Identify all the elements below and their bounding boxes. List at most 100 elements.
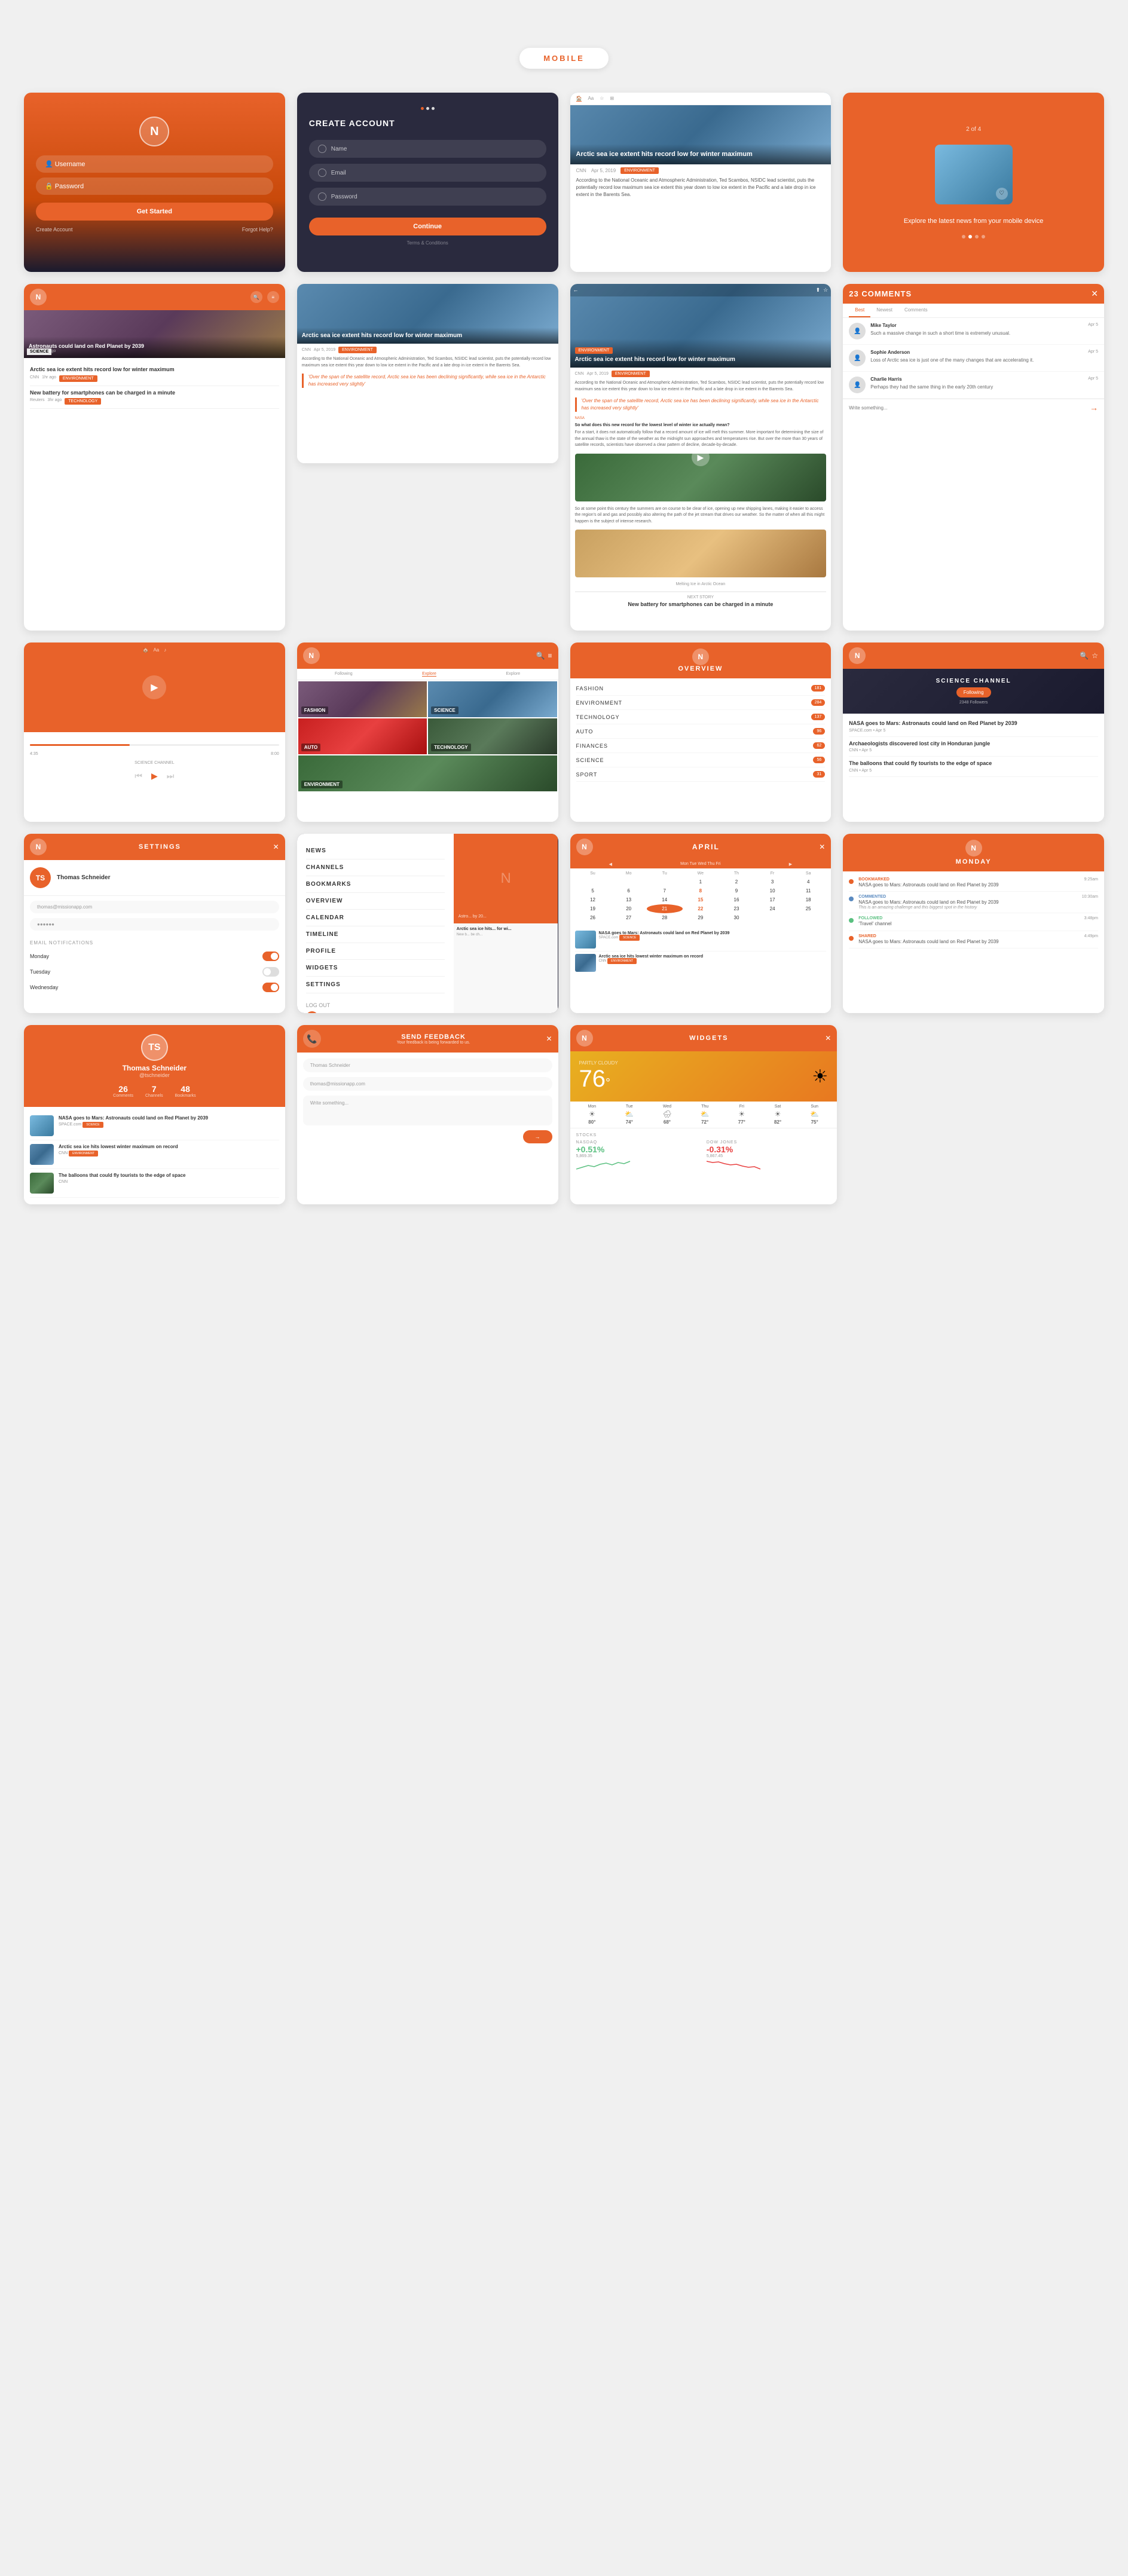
tab-explore-2[interactable]: Explore [506, 672, 520, 677]
long-article-body-section: According to the National Oceanic and At… [570, 380, 832, 607]
tab-best[interactable]: Best [849, 304, 870, 317]
settings-email-field[interactable]: thomas@missionapp.com [30, 901, 279, 913]
username-field[interactable]: 👤 Username [36, 155, 273, 173]
cat-item-auto[interactable]: AUTO [298, 718, 427, 754]
channel-article-1-title: NASA goes to Mars: Astronauts could land… [849, 720, 1098, 727]
password-field[interactable]: 🔒 Password [36, 178, 273, 195]
menu-item-calendar[interactable]: CALENDAR [306, 910, 445, 926]
cat-menu-icon[interactable]: ≡ [548, 651, 552, 660]
email-field[interactable]: Email [309, 164, 546, 182]
feedback-close-icon[interactable]: ✕ [546, 1035, 552, 1043]
cal-close-icon[interactable]: ✕ [819, 843, 825, 851]
audio-play-button[interactable]: ▶ [142, 675, 166, 699]
promo-dot-2[interactable] [968, 235, 972, 238]
nav-item-4[interactable]: ⊞ [610, 96, 614, 102]
create-account-link[interactable]: Create Account [36, 227, 73, 232]
menu-preview-title: Astro... by 20... [458, 914, 487, 919]
menu-item-channels[interactable]: CHANNELS [306, 859, 445, 876]
channel-article-3[interactable]: The balloons that could fly tourists to … [849, 757, 1098, 777]
audio-nav-item-1[interactable]: 🏠 [142, 647, 148, 653]
weather-label: PARTLY CLOUDY [579, 1060, 618, 1066]
notif-wednesday-toggle[interactable] [262, 983, 279, 992]
settings-content: N SETTINGS ✕ TS Thomas Schneider thomas@… [24, 834, 285, 1013]
settings-password-field[interactable]: ●●●●●● [30, 918, 279, 931]
long-article-hero-overlay: ENVIRONMENT Arctic sea ice extent hits r… [570, 339, 832, 368]
forgot-link[interactable]: Forgot Help? [242, 227, 273, 232]
feedback-send-button[interactable]: → [523, 1130, 552, 1143]
continue-button[interactable]: Continue [309, 218, 546, 235]
cal-article-1[interactable]: NASA goes to Mars: Astronauts could land… [575, 928, 827, 952]
cat-item-environment[interactable]: ENVIRONMENT [298, 755, 557, 791]
menu-right-bottom: Arctic sea ice hits... for wi... New b..… [454, 923, 558, 1013]
menu-logout-button[interactable]: LOG OUT [306, 1002, 331, 1008]
notif-tuesday-toggle[interactable] [262, 967, 279, 977]
tab-comments[interactable]: Comments [898, 304, 934, 317]
cat-item-science[interactable]: SCIENCE [428, 681, 557, 717]
menu-icon[interactable]: ≡ [267, 291, 279, 303]
nav-item-1[interactable]: 🏠 [576, 96, 582, 102]
audio-play-icon-2[interactable]: ▶ [151, 771, 158, 781]
channel-article-2[interactable]: Archaeologists discovered lost city in H… [849, 737, 1098, 757]
promo-dot-3[interactable] [975, 235, 979, 238]
notif-monday-toggle[interactable] [262, 952, 279, 961]
widgets-content: N WIDGETS ✕ PARTLY CLOUDY 76° ☀ [570, 1025, 837, 1204]
comments-header-icon[interactable]: ✕ [1091, 289, 1098, 299]
nav-item-3[interactable]: ☆ [600, 96, 604, 102]
cal-article-2[interactable]: Arctic sea ice hits lowest winter maximu… [575, 952, 827, 974]
categories-screen: N 🔍 ≡ Following Explore Explore FASHION [297, 643, 558, 822]
news-item-1[interactable]: Arctic sea ice extent hits record low fo… [30, 363, 279, 386]
password-field-create[interactable]: Password [309, 188, 546, 206]
audio-next-icon[interactable]: ⏭ [167, 771, 175, 781]
feedback-textarea[interactable]: Write something... [303, 1096, 552, 1125]
comment-input[interactable] [849, 405, 1087, 411]
tab-explore[interactable]: Explore [422, 672, 436, 677]
play-button[interactable]: ▶ [692, 448, 710, 466]
share-icon[interactable]: ⬆ [816, 287, 821, 293]
menu-item-settings[interactable]: SETTINGS [306, 977, 445, 993]
menu-item-widgets[interactable]: WIDGETS [306, 960, 445, 977]
cat-item-tech[interactable]: TECHNOLOGY [428, 718, 557, 754]
menu-item-news[interactable]: NEWS [306, 843, 445, 859]
nav-item-2[interactable]: Aa [588, 96, 594, 102]
channel-search-icon[interactable]: 🔍 [1080, 651, 1089, 660]
channel-article-1[interactable]: NASA goes to Mars: Astronauts could land… [849, 717, 1098, 737]
menu-item-bookmarks[interactable]: BOOKMARKS [306, 876, 445, 893]
search-icon[interactable]: 🔍 [250, 291, 262, 303]
widgets-close-icon[interactable]: ✕ [825, 1034, 831, 1042]
menu-item-timeline[interactable]: TIMELINE [306, 926, 445, 943]
cat-item-fashion[interactable]: FASHION [298, 681, 427, 717]
audio-progress-bar[interactable] [30, 744, 279, 746]
channel-follow-button[interactable]: Following [956, 687, 991, 697]
activity-dot-2 [849, 897, 854, 901]
audio-nav-item-3[interactable]: ♪ [164, 647, 166, 653]
settings-close-icon[interactable]: ✕ [273, 843, 279, 851]
cat-search-icon[interactable]: 🔍 [536, 651, 545, 660]
bookmark-icon[interactable]: ☆ [823, 287, 828, 293]
get-started-button[interactable]: Get Started [36, 203, 273, 221]
news-item-2[interactable]: New battery for smartphones can be charg… [30, 386, 279, 409]
terms-text[interactable]: Terms & Conditions [309, 240, 546, 246]
channel-bookmark-icon[interactable]: ☆ [1092, 651, 1098, 660]
profile-article-2[interactable]: Arctic sea ice hits lowest winter maximu… [30, 1140, 279, 1169]
back-icon[interactable]: ← [573, 287, 579, 293]
name-field[interactable]: Name [309, 140, 546, 158]
audio-prev-icon[interactable]: ⏮ [134, 771, 142, 781]
profile-article-1[interactable]: NASA goes to Mars: Astronauts could land… [30, 1112, 279, 1140]
tab-newest[interactable]: Newest [870, 304, 898, 317]
feedback-user-name[interactable]: Thomas Schneider [303, 1058, 552, 1072]
profile-article-3[interactable]: The balloons that could fly tourists to … [30, 1169, 279, 1198]
audio-top-nav: 🏠 Aa ♪ [24, 647, 285, 653]
menu-item-profile[interactable]: PROFILE [306, 943, 445, 960]
cal-nav-left[interactable]: ◀ [609, 862, 612, 867]
comment-send-icon[interactable]: → [1090, 403, 1098, 412]
feedback-user-email[interactable]: thomas@missionapp.com [303, 1077, 552, 1091]
promo-dot-4[interactable] [982, 235, 985, 238]
tab-following[interactable]: Following [335, 672, 353, 677]
audio-nav-item-2[interactable]: Aa [153, 647, 159, 653]
menu-item-overview[interactable]: OVERVIEW [306, 893, 445, 910]
news-list-screen: N 🔍 ≡ SCIENCE Astronauts could land on R… [24, 284, 285, 631]
overview-screen: N OVERVIEW FASHION 181 ENVIRONMENT 284 T… [570, 643, 832, 822]
promo-dot-1[interactable] [962, 235, 965, 238]
promo-heart-icon[interactable]: ♡ [996, 188, 1008, 200]
cal-nav-right[interactable]: ▶ [789, 862, 792, 867]
